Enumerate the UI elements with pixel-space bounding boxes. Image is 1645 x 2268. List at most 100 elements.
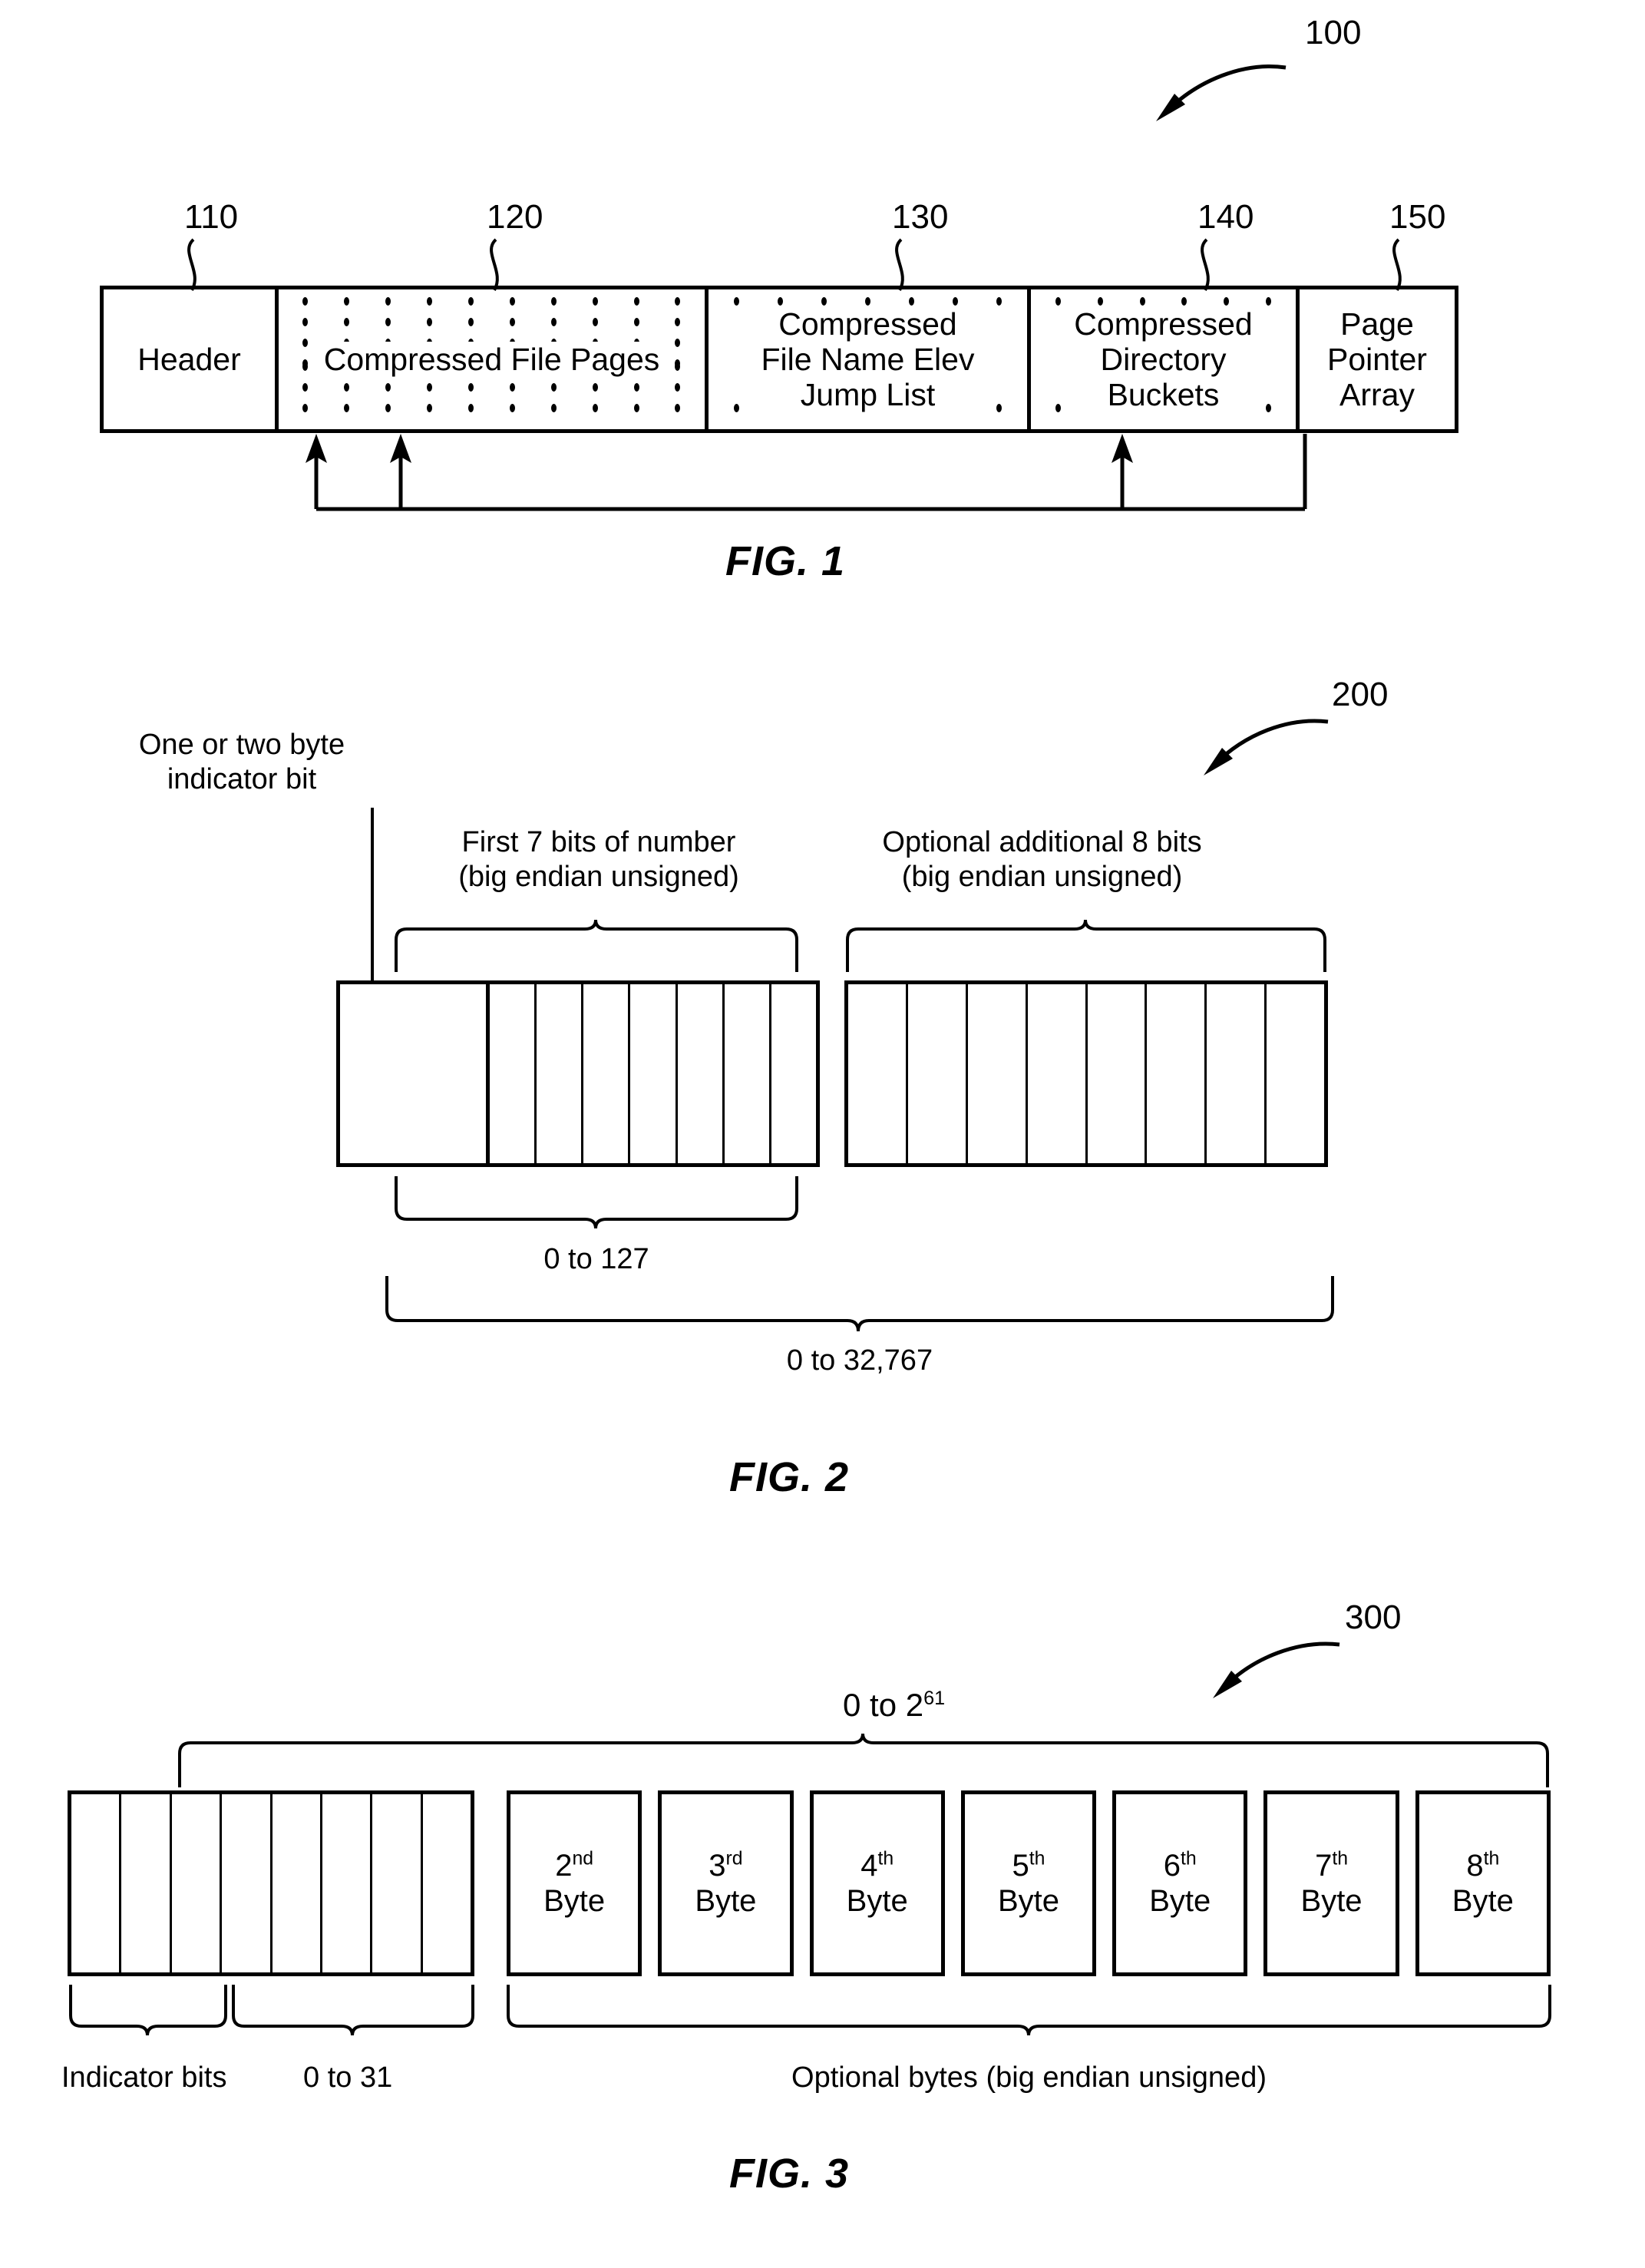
fig2-bit-cell bbox=[490, 984, 537, 1163]
fig1-ref-number: 100 bbox=[1305, 14, 1362, 51]
fig1-segment-compressed-file-pages-label: Compressed File Pages bbox=[320, 341, 663, 378]
fig2-indicator-bit-label: One or two byte indicator bit bbox=[107, 728, 376, 797]
fig2-bit-cell bbox=[725, 984, 771, 1163]
fig3-byte-suffix: nd bbox=[572, 1848, 594, 1870]
fig1-leader-130 bbox=[895, 238, 904, 292]
fig3-bit-cell bbox=[222, 1794, 273, 1972]
fig2-bit-cell bbox=[340, 984, 486, 1163]
fig3-byte-word: Byte bbox=[846, 1884, 908, 1918]
fig3-ref-number: 300 bbox=[1345, 1599, 1402, 1636]
fig3-top-range-base: 0 to 2 bbox=[843, 1687, 924, 1723]
fig2-first7-line-1: First 7 bits of number bbox=[461, 826, 736, 858]
fig3-byte-ordinal: 8 bbox=[1466, 1849, 1484, 1883]
fig2-bit-cell bbox=[771, 984, 816, 1163]
jump-line-1: Compressed bbox=[778, 306, 957, 342]
fig1-callout-110: 110 bbox=[184, 198, 239, 236]
fig1-segment-file-name-elev-jump-list: Compressed File Name Elev Jump List bbox=[709, 289, 1031, 429]
fig3-byte-ordinal: 4 bbox=[860, 1849, 878, 1883]
fig1-caption: FIG. 1 bbox=[725, 538, 846, 584]
fig1-callout-130: 130 bbox=[892, 198, 949, 236]
fig2-bit-cell bbox=[1088, 984, 1148, 1163]
fig3-bit-cell bbox=[273, 1794, 322, 1972]
fig3-byte-word: Byte bbox=[543, 1884, 606, 1918]
dir-line-2: Directory bbox=[1100, 341, 1227, 377]
fig2-range-small-label: 0 to 127 bbox=[543, 1243, 649, 1275]
fig2-bit-cell bbox=[1028, 984, 1088, 1163]
fig1-leader-150 bbox=[1392, 238, 1402, 292]
fig2-bit-cell bbox=[583, 984, 631, 1163]
jump-line-3: Jump List bbox=[800, 377, 936, 413]
fig3-first-byte-bit-group bbox=[68, 1790, 474, 1976]
fig2-indicator-line-1: One or two byte bbox=[138, 729, 345, 761]
fig2-bit-cell bbox=[1147, 984, 1207, 1163]
fig2-first7-top-brace bbox=[395, 919, 798, 972]
fig3-range-small-label: 0 to 31 bbox=[303, 2061, 393, 2094]
fig3-byte-box: 4th Byte bbox=[809, 1790, 945, 1976]
fig2-bit-cell bbox=[630, 984, 678, 1163]
fig3-value-bits-brace bbox=[232, 1985, 474, 2036]
fig3-byte-box: 7th Byte bbox=[1263, 1790, 1399, 1976]
fig3-optional-bytes-label: Optional bytes (big endian unsigned) bbox=[791, 2061, 1267, 2094]
fig1-callout-120: 120 bbox=[487, 198, 543, 236]
fig1-segment-page-pointer-array-label: Page Pointer Array bbox=[1324, 306, 1430, 413]
fig2-first7-label: First 7 bits of number (big endian unsig… bbox=[430, 825, 768, 894]
fig3-top-brace bbox=[178, 1733, 1549, 1787]
fig3-bit-cell bbox=[121, 1794, 172, 1972]
fig2-indicator-bit-cell-group bbox=[336, 980, 490, 1167]
fig2-first7-line-2: (big endian unsigned) bbox=[458, 860, 739, 893]
fig3-byte-suffix: th bbox=[877, 1848, 894, 1870]
fig3-bit-cell bbox=[322, 1794, 373, 1972]
fig3-byte-label: 3rd Byte bbox=[695, 1848, 756, 1919]
fig1-leader-140 bbox=[1201, 238, 1210, 292]
fig1-segment-page-pointer-array: Page Pointer Array bbox=[1300, 289, 1455, 429]
fig3-byte-box: 3rd Byte bbox=[658, 1790, 794, 1976]
fig3-byte-box: 2nd Byte bbox=[507, 1790, 642, 1976]
fig1-segment-header-label: Header bbox=[134, 341, 244, 378]
ptr-line-2: Pointer bbox=[1327, 341, 1427, 377]
fig1-segment-compressed-file-pages: Compressed File Pages bbox=[279, 289, 709, 429]
fig3-bit-cell bbox=[172, 1794, 223, 1972]
fig1-callout-150: 150 bbox=[1389, 198, 1446, 236]
fig3-byte-word: Byte bbox=[695, 1884, 757, 1918]
ptr-line-3: Array bbox=[1339, 377, 1415, 413]
fig3-indicator-bits-brace bbox=[69, 1985, 227, 2036]
fig1-leader-110 bbox=[187, 238, 197, 292]
fig2-bit-cell bbox=[908, 984, 968, 1163]
ptr-line-1: Page bbox=[1340, 306, 1414, 342]
fig3-byte-suffix: rd bbox=[725, 1848, 743, 1870]
fig3-byte-suffix: th bbox=[1332, 1848, 1348, 1870]
fig3-byte-ordinal: 6 bbox=[1163, 1849, 1181, 1883]
fig3-byte-box: 6th Byte bbox=[1112, 1790, 1248, 1976]
fig2-bit-cell bbox=[1267, 984, 1324, 1163]
fig2-indicator-line-2: indicator bit bbox=[167, 762, 317, 795]
fig2-bit-cell bbox=[537, 984, 584, 1163]
fig3-optional-byte-boxes: 2nd Byte 3rd Byte 4th Byte 5th Byte 6th … bbox=[507, 1790, 1551, 1976]
fig1-leader-120 bbox=[490, 238, 499, 292]
fig2-range-large-label: 0 to 32,767 bbox=[786, 1344, 933, 1377]
fig3-byte-label: 6th Byte bbox=[1149, 1848, 1211, 1919]
fig3-byte-suffix: th bbox=[1483, 1848, 1500, 1870]
fig2-range-small-brace bbox=[395, 1176, 798, 1229]
fig2-optional8-top-brace bbox=[846, 919, 1326, 972]
fig1-file-layout-strip: Header Compressed File Pages Compressed … bbox=[100, 286, 1458, 433]
jump-line-2: File Name Elev bbox=[761, 341, 975, 377]
fig1-segment-compressed-directory-buckets: Compressed Directory Buckets bbox=[1031, 289, 1300, 429]
fig3-byte-suffix: th bbox=[1029, 1848, 1045, 1870]
fig3-byte-label: 7th Byte bbox=[1301, 1848, 1363, 1919]
fig2-caption: FIG. 2 bbox=[729, 1454, 850, 1500]
fig2-bit-cell bbox=[678, 984, 725, 1163]
fig3-byte-suffix: th bbox=[1181, 1848, 1197, 1870]
fig3-byte-label: 2nd Byte bbox=[543, 1848, 605, 1919]
fig3-top-range-label: 0 to 261 bbox=[843, 1686, 945, 1724]
fig3-byte-ordinal: 2 bbox=[555, 1849, 573, 1883]
fig1-pointer-bracket bbox=[306, 434, 1307, 511]
fig2-bit-cell bbox=[968, 984, 1028, 1163]
fig1-segment-jump-list-label: Compressed File Name Elev Jump List bbox=[758, 306, 978, 413]
dir-line-3: Buckets bbox=[1107, 377, 1220, 413]
fig2-optional8-line-2: (big endian unsigned) bbox=[901, 860, 1183, 893]
fig2-ref-number: 200 bbox=[1332, 676, 1389, 713]
fig3-byte-word: Byte bbox=[1149, 1884, 1211, 1918]
fig2-range-large-brace bbox=[385, 1276, 1334, 1332]
fig3-optional-bytes-brace bbox=[507, 1985, 1551, 2036]
fig1-segment-header: Header bbox=[104, 289, 279, 429]
